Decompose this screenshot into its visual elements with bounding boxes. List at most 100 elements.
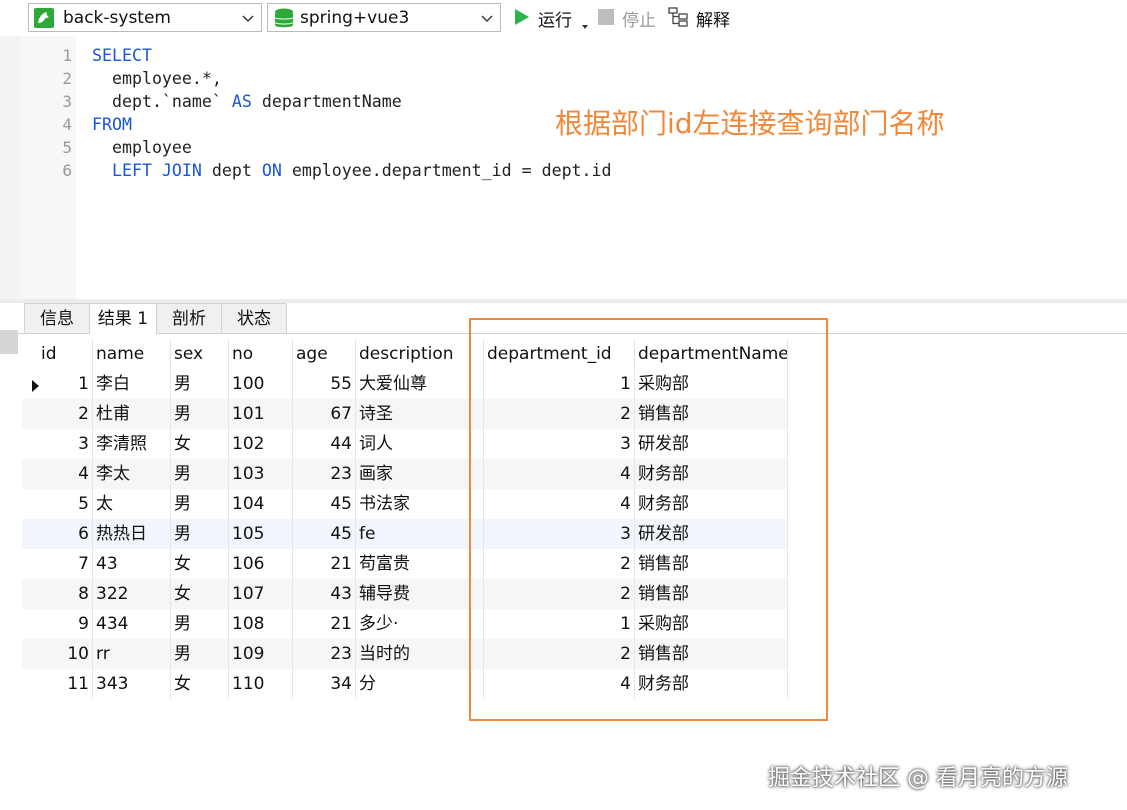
- cell-department-id[interactable]: 3: [484, 429, 635, 459]
- cell-description[interactable]: 大爱仙尊: [356, 369, 484, 399]
- cell-age[interactable]: 55: [293, 369, 356, 399]
- cell-description[interactable]: 辅导费: [356, 579, 484, 609]
- cell-no[interactable]: 100: [229, 369, 293, 399]
- cell-age[interactable]: 34: [293, 669, 356, 699]
- cell-department-id[interactable]: 2: [484, 579, 635, 609]
- cell-age[interactable]: 23: [293, 459, 356, 489]
- cell-id[interactable]: 1: [38, 369, 93, 399]
- run-button[interactable]: 运行: [512, 6, 592, 31]
- cell-age[interactable]: 67: [293, 399, 356, 429]
- table-row[interactable]: 10 rr 男 109 23 当时的 2 销售部: [22, 639, 788, 669]
- stop-button[interactable]: 停止: [598, 6, 662, 31]
- database-select[interactable]: spring+vue3: [267, 3, 501, 32]
- column-header-age[interactable]: age: [293, 340, 356, 369]
- cell-id[interactable]: 3: [38, 429, 93, 459]
- cell-name[interactable]: 322: [93, 579, 171, 609]
- explain-button[interactable]: 解释: [668, 6, 738, 31]
- cell-department-id[interactable]: 2: [484, 549, 635, 579]
- table-row[interactable]: 1 李白男 100 55 大爱仙尊 1 采购部: [22, 369, 788, 399]
- cell-description[interactable]: 书法家: [356, 489, 484, 519]
- cell-department-name[interactable]: 财务部: [635, 669, 788, 699]
- column-header-name[interactable]: name: [93, 340, 171, 369]
- table-row[interactable]: 8 322 女 107 43 辅导费 2 销售部: [22, 579, 788, 609]
- cell-department-id[interactable]: 2: [484, 399, 635, 429]
- tab-profile[interactable]: 剖析: [156, 303, 222, 333]
- cell-name[interactable]: 太: [93, 489, 171, 519]
- cell-age[interactable]: 23: [293, 639, 356, 669]
- cell-department-name[interactable]: 销售部: [635, 549, 788, 579]
- cell-sex[interactable]: 女: [171, 579, 229, 609]
- cell-sex[interactable]: 男: [171, 369, 229, 399]
- cell-no[interactable]: 108: [229, 609, 293, 639]
- cell-description[interactable]: 苟富贵: [356, 549, 484, 579]
- cell-no[interactable]: 105: [229, 519, 293, 549]
- cell-description[interactable]: 画家: [356, 459, 484, 489]
- cell-description[interactable]: 诗圣: [356, 399, 484, 429]
- cell-department-id[interactable]: 4: [484, 669, 635, 699]
- column-header-department-id[interactable]: department_id: [484, 340, 635, 369]
- cell-id[interactable]: 4: [38, 459, 93, 489]
- cell-no[interactable]: 109: [229, 639, 293, 669]
- cell-department-name[interactable]: 采购部: [635, 369, 788, 399]
- cell-no[interactable]: 106: [229, 549, 293, 579]
- cell-department-name[interactable]: 财务部: [635, 489, 788, 519]
- column-header-no[interactable]: no: [229, 340, 293, 369]
- cell-sex[interactable]: 女: [171, 669, 229, 699]
- cell-description[interactable]: 词人: [356, 429, 484, 459]
- table-row[interactable]: 3 李清照女 102 44 词人 3 研发部: [22, 429, 788, 459]
- cell-department-id[interactable]: 3: [484, 519, 635, 549]
- cell-id[interactable]: 6: [38, 519, 93, 549]
- cell-age[interactable]: 45: [293, 489, 356, 519]
- column-header-sex[interactable]: sex: [171, 340, 229, 369]
- cell-department-name[interactable]: 研发部: [635, 519, 788, 549]
- cell-sex[interactable]: 男: [171, 519, 229, 549]
- tab-info[interactable]: 信息: [24, 303, 90, 333]
- cell-name[interactable]: 343: [93, 669, 171, 699]
- table-row[interactable]: 9 434 男 108 21 多少· 1 采购部: [22, 609, 788, 639]
- cell-department-name[interactable]: 销售部: [635, 639, 788, 669]
- cell-department-name[interactable]: 研发部: [635, 429, 788, 459]
- cell-sex[interactable]: 女: [171, 549, 229, 579]
- cell-department-id[interactable]: 1: [484, 609, 635, 639]
- cell-department-name[interactable]: 销售部: [635, 579, 788, 609]
- cell-age[interactable]: 21: [293, 609, 356, 639]
- cell-name[interactable]: 李清照: [93, 429, 171, 459]
- cell-no[interactable]: 107: [229, 579, 293, 609]
- table-row[interactable]: 7 43 女 106 21 苟富贵 2 销售部: [22, 549, 788, 579]
- cell-no[interactable]: 104: [229, 489, 293, 519]
- cell-age[interactable]: 21: [293, 549, 356, 579]
- cell-department-id[interactable]: 4: [484, 489, 635, 519]
- column-header-description[interactable]: description: [356, 340, 484, 369]
- cell-no[interactable]: 110: [229, 669, 293, 699]
- cell-id[interactable]: 11: [38, 669, 93, 699]
- cell-department-name[interactable]: 销售部: [635, 399, 788, 429]
- cell-name[interactable]: 李白: [93, 369, 171, 399]
- cell-id[interactable]: 9: [38, 609, 93, 639]
- cell-name[interactable]: 李太: [93, 459, 171, 489]
- cell-department-name[interactable]: 财务部: [635, 459, 788, 489]
- cell-id[interactable]: 8: [38, 579, 93, 609]
- column-header-id[interactable]: id: [38, 340, 93, 369]
- cell-description[interactable]: 当时的: [356, 639, 484, 669]
- cell-sex[interactable]: 男: [171, 489, 229, 519]
- cell-no[interactable]: 103: [229, 459, 293, 489]
- cell-sex[interactable]: 男: [171, 459, 229, 489]
- cell-no[interactable]: 101: [229, 399, 293, 429]
- table-row[interactable]: 4 李太男 103 23 画家 4 财务部: [22, 459, 788, 489]
- cell-description[interactable]: 多少·: [356, 609, 484, 639]
- cell-department-id[interactable]: 4: [484, 459, 635, 489]
- cell-name[interactable]: rr: [93, 639, 171, 669]
- tab-result-1[interactable]: 结果 1: [89, 303, 157, 334]
- cell-age[interactable]: 44: [293, 429, 356, 459]
- cell-description[interactable]: fe: [356, 519, 484, 549]
- cell-name[interactable]: 热热日: [93, 519, 171, 549]
- cell-age[interactable]: 45: [293, 519, 356, 549]
- cell-sex[interactable]: 女: [171, 429, 229, 459]
- cell-department-id[interactable]: 2: [484, 639, 635, 669]
- cell-sex[interactable]: 男: [171, 399, 229, 429]
- table-row[interactable]: 2 杜甫男 101 67 诗圣 2 销售部: [22, 399, 788, 429]
- column-header-department-name[interactable]: departmentName: [635, 340, 788, 369]
- cell-name[interactable]: 434: [93, 609, 171, 639]
- connection-select[interactable]: back-system: [28, 3, 262, 32]
- cell-age[interactable]: 43: [293, 579, 356, 609]
